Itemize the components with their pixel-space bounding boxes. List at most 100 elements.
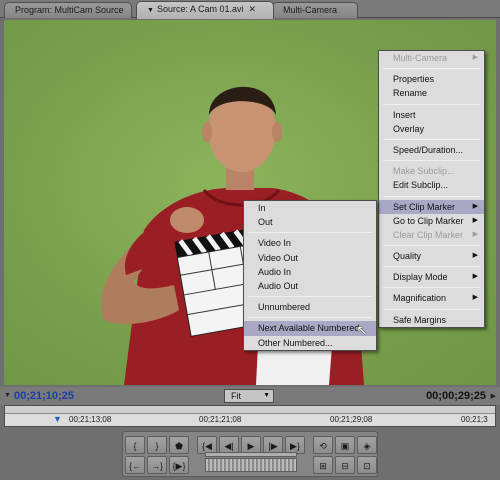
panel-tab-bar: Program: MultiCam Source ▼ Source: A Cam … (0, 0, 500, 19)
close-icon[interactable]: ✕ (248, 4, 256, 14)
safe-margins-icon[interactable]: ▣ (335, 436, 355, 454)
insert-icon[interactable]: ⊞ (313, 456, 333, 474)
menu-item-label: Clear Clip Marker (393, 229, 464, 240)
menu-item-other-numbered[interactable]: Other Numbered... (244, 336, 376, 350)
timecode-bar: ▼ 00;21;10;25 Fit ▼ 00;00;29;25 ▶ (0, 387, 500, 405)
play-in-to-out-icon[interactable]: {▶} (169, 456, 189, 474)
menu-item-label: Rename (393, 88, 428, 99)
submenu-arrow-icon: ▶ (472, 273, 478, 281)
menu-item-video-in[interactable]: Video In (244, 236, 376, 250)
menu-separator (248, 317, 372, 319)
tab-source-monitor[interactable]: ▼ Source: A Cam 01.avi ✕ (136, 1, 274, 19)
menu-item-label: Overlay (393, 123, 425, 134)
menu-item-speed-duration[interactable]: Speed/Duration... (379, 143, 484, 157)
submenu-arrow-icon: ▶ (472, 230, 478, 238)
ruler-toggle-left-icon[interactable]: ▼ (4, 392, 11, 399)
menu-item-label: Audio In (258, 266, 292, 277)
output-icon[interactable]: ◈ (357, 436, 377, 454)
menu-item-label: Video In (258, 238, 291, 249)
set-marker-icon[interactable]: ⬟ (169, 436, 189, 454)
export-frame-icon[interactable]: ⊡ (357, 456, 377, 474)
menu-item-audio-out[interactable]: Audio Out (244, 279, 376, 293)
ruler-label: 00;21;13;08 (69, 415, 112, 424)
menu-separator (383, 245, 480, 247)
menu-item-out[interactable]: Out (244, 215, 376, 229)
menu-item-label: Set Clip Marker (393, 201, 456, 212)
transport-controls: { } ⬟ {◀ ◀| ▶ |▶ ▶} ⟲ ▣ ◈ {← →} {▶} ⊞ ⊟ … (122, 431, 378, 477)
menu-item-edit-subclip[interactable]: Edit Subclip... (379, 178, 484, 192)
tab-label: Program: MultiCam Source (15, 5, 124, 15)
zoom-select-value: Fit (231, 391, 241, 401)
menu-item-label: Out (258, 217, 273, 228)
menu-item-label: Audio Out (258, 280, 299, 291)
go-to-next-marker-icon[interactable]: →} (147, 456, 167, 474)
menu-item-clear-clip-marker: Clear Clip Marker ▶ (379, 228, 484, 242)
menu-item-label: Other Numbered... (258, 337, 333, 348)
submenu-arrow-icon: ▶ (472, 202, 478, 210)
time-ruler[interactable]: ▼ 00;21;13;08 00;21;21;08 00;21;29;08 00… (4, 405, 496, 427)
ruler-toggle-right-icon[interactable]: ▶ (491, 392, 496, 400)
menu-separator (383, 68, 480, 70)
menu-item-audio-in[interactable]: Audio In (244, 265, 376, 279)
menu-item-unnumbered[interactable]: Unnumbered (244, 300, 376, 314)
ruler-label: 00;21;29;08 (330, 415, 373, 424)
menu-item-in[interactable]: In (244, 201, 376, 215)
menu-item-rename[interactable]: Rename (379, 86, 484, 100)
menu-item-label: Speed/Duration... (393, 144, 464, 155)
menu-item-label: Video Out (258, 252, 298, 263)
menu-item-label: Safe Margins (393, 314, 447, 325)
jog-wheel[interactable] (205, 458, 297, 472)
menu-item-quality[interactable]: Quality ▶ (379, 249, 484, 263)
playhead-icon[interactable]: ▼ (53, 414, 62, 424)
menu-item-label: Make Subclip... (393, 166, 455, 177)
transport-controls-area: { } ⬟ {◀ ◀| ▶ |▶ ▶} ⟲ ▣ ◈ {← →} {▶} ⊞ ⊟ … (0, 427, 500, 480)
menu-separator (383, 266, 480, 268)
menu-separator (383, 160, 480, 162)
menu-item-label: Next Available Numbered (258, 323, 360, 334)
menu-item-label: Go to Clip Marker (393, 215, 464, 226)
submenu-arrow-icon: ▶ (472, 216, 478, 224)
set-out-point-icon[interactable]: } (147, 436, 167, 454)
current-timecode[interactable]: 00;21;10;25 (14, 390, 74, 402)
menu-item-label: Edit Subclip... (393, 180, 449, 191)
set-in-point-icon[interactable]: { (125, 436, 145, 454)
menu-separator (383, 138, 480, 140)
menu-item-set-clip-marker[interactable]: Set Clip Marker ▶ (379, 199, 484, 214)
menu-item-label: Multi-Camera (393, 53, 448, 63)
submenu-arrow-icon: ▶ (472, 252, 478, 260)
menu-item-label: Display Mode (393, 272, 448, 283)
menu-separator (383, 287, 480, 289)
menu-item-go-to-clip-marker[interactable]: Go to Clip Marker ▶ (379, 214, 484, 228)
menu-item-next-available-numbered[interactable]: Next Available Numbered ↖ (244, 321, 376, 338)
menu-item-label: In (258, 203, 266, 213)
tab-label: Source: A Cam 01.avi (156, 4, 244, 14)
menu-item-magnification[interactable]: Magnification ▶ (379, 291, 484, 305)
monitor-context-menu: Multi-Camera ▶ Properties Rename Insert Overl… (378, 50, 485, 328)
tab-menu-triangle-icon[interactable]: ▼ (147, 7, 154, 14)
menu-item-overlay[interactable]: Overlay (379, 122, 484, 136)
overlay-icon[interactable]: ⊟ (335, 456, 355, 474)
menu-item-display-mode[interactable]: Display Mode ▶ (379, 270, 484, 284)
submenu-arrow-icon: ▶ (472, 294, 478, 302)
menu-separator (248, 296, 372, 298)
ruler-label: 00;21;3 (461, 415, 488, 424)
menu-separator (383, 195, 480, 197)
menu-item-video-out[interactable]: Video Out (244, 251, 376, 265)
menu-item-label: Properties (393, 74, 435, 85)
menu-item-make-subclip: Make Subclip... (379, 164, 484, 178)
tab-program-monitor[interactable]: Program: MultiCam Source (4, 2, 132, 18)
menu-item-multi-camera: Multi-Camera ▶ (379, 51, 484, 65)
loop-icon[interactable]: ⟲ (313, 436, 333, 454)
menu-separator (383, 308, 480, 310)
menu-item-safe-margins[interactable]: Safe Margins (379, 313, 484, 327)
menu-item-label: Insert (393, 109, 416, 120)
tab-multi-camera[interactable]: Multi-Camera (272, 2, 358, 18)
chevron-down-icon: ▼ (263, 392, 270, 399)
zoom-select[interactable]: Fit ▼ (224, 389, 274, 403)
menu-item-properties[interactable]: Properties (379, 72, 484, 86)
zoom-scroll-bar[interactable] (5, 406, 495, 414)
go-to-previous-marker-icon[interactable]: {← (125, 456, 145, 474)
menu-item-insert[interactable]: Insert (379, 108, 484, 122)
shuttle-slider[interactable] (205, 452, 297, 457)
menu-item-label: Quality (393, 251, 422, 262)
